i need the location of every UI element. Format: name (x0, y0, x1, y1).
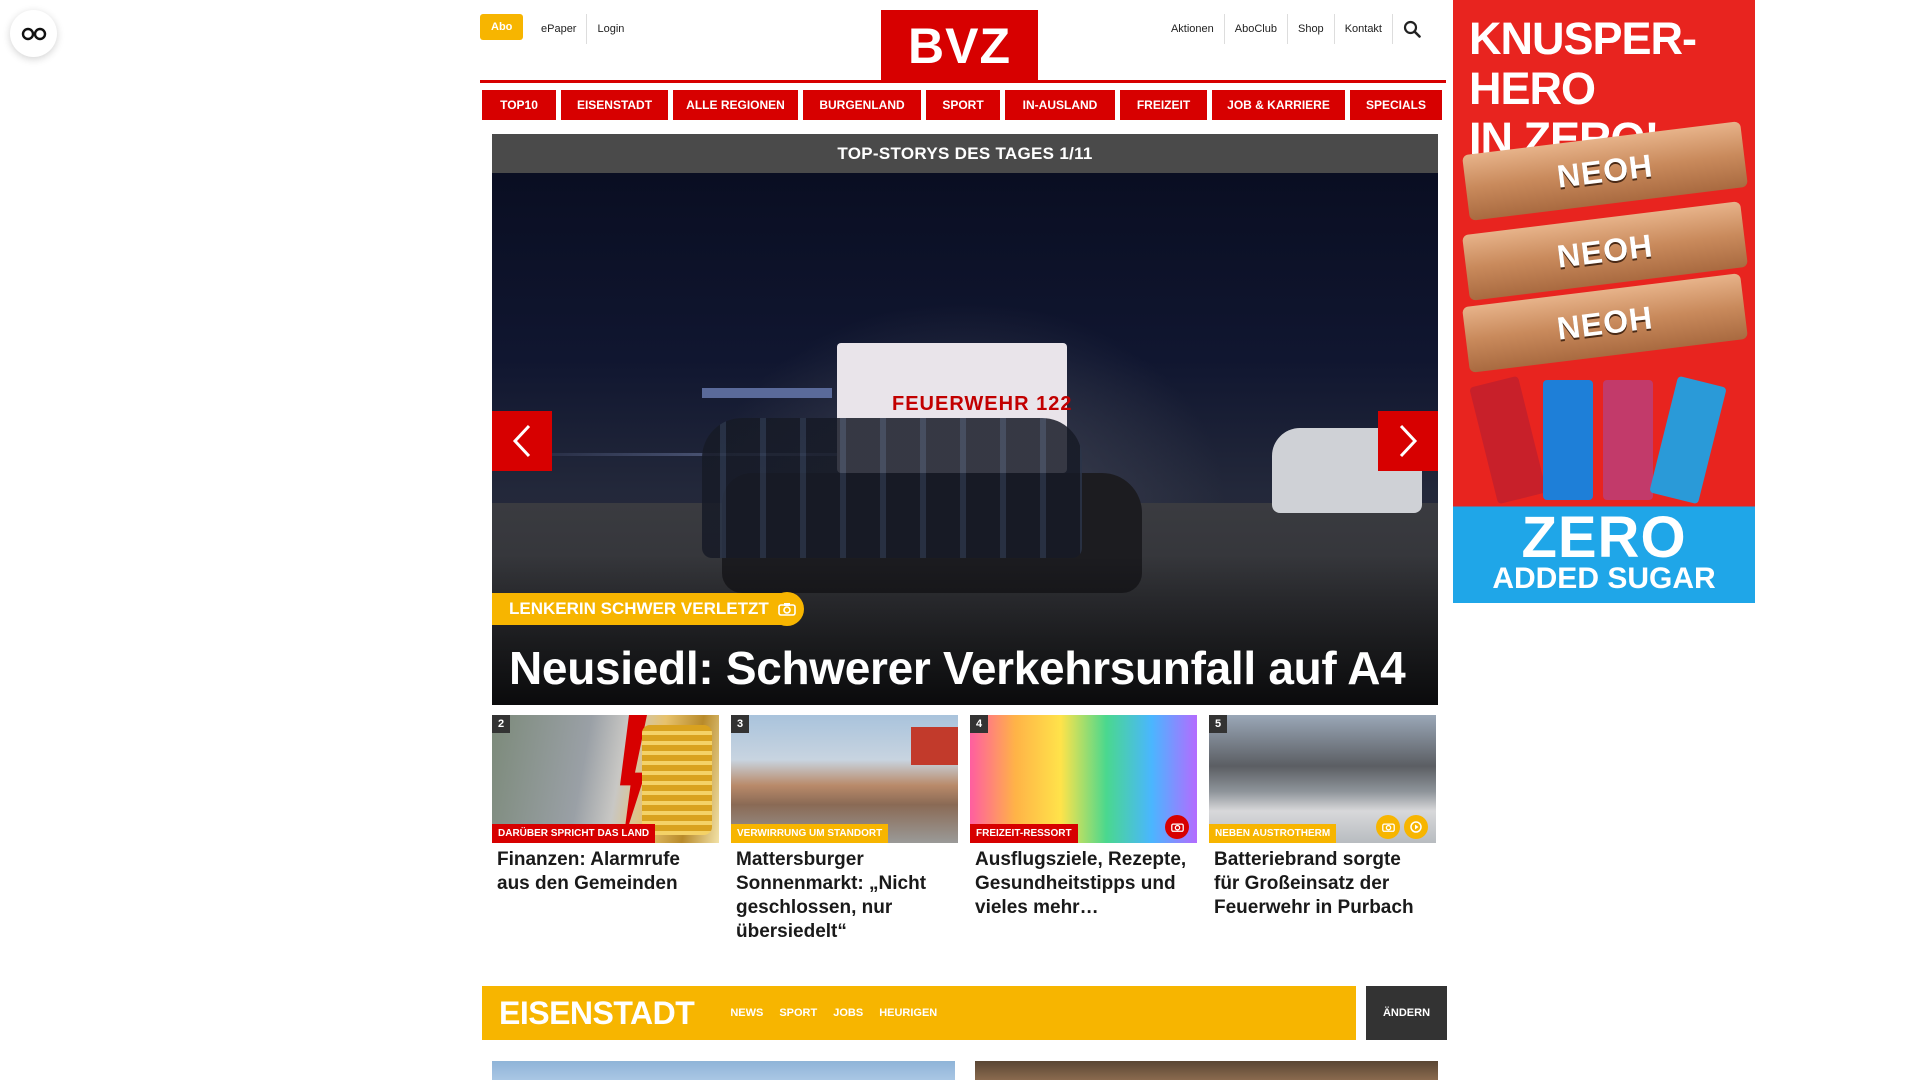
article-card-image[interactable] (492, 1061, 955, 1080)
top-story-kicker: LENKERIN SCHWER VERLETZT (492, 593, 781, 625)
nav-item-top10[interactable]: TOP10 (482, 90, 556, 120)
article-card-image[interactable] (975, 1061, 1438, 1080)
nav-item-in-ausland[interactable]: IN-AUSLAND (1005, 90, 1115, 120)
aktionen-link[interactable]: Aktionen (1161, 14, 1224, 44)
teaser-title[interactable]: Batteriebrand sorgte für Großeinsatz der… (1209, 848, 1436, 920)
teaser-kicker: FREIZEIT-RESSORT (970, 824, 1078, 843)
login-link[interactable]: Login (586, 14, 634, 44)
teaser-kicker: DARÜBER SPRICHT DAS LAND (492, 824, 656, 843)
teaser-row: 2 DARÜBER SPRICHT DAS LAND Finanzen: Ala… (492, 715, 1438, 944)
teaser-rank: 2 (492, 715, 510, 733)
teaser-card[interactable]: 4 FREIZEIT-RESSORT Ausflugsziele, Rezept… (970, 715, 1197, 944)
accessibility-button[interactable] (10, 10, 57, 57)
slider-prev-button[interactable] (492, 411, 552, 471)
header-divider (480, 80, 1446, 83)
gallery-badge (770, 592, 804, 626)
ad-product-pack (1469, 375, 1547, 505)
region-link-jobs[interactable]: JOBS (833, 1007, 863, 1019)
teaser-title[interactable]: Mattersburger Sonnenmarkt: „Nicht geschl… (731, 848, 958, 944)
aboclub-link[interactable]: AboClub (1223, 14, 1287, 44)
ad-product-pack (1543, 380, 1593, 500)
top-story-image[interactable]: FEUERWEHR 122 LENKERIN SCHWER VERLETZT N… (492, 173, 1438, 705)
teaser-card[interactable]: 5 NEBEN AUSTROTHERM Batteriebrand sorgte… (1209, 715, 1436, 944)
site-logo[interactable]: BVZ (881, 10, 1038, 82)
scene-firefighters (702, 418, 1082, 558)
gallery-badge (1165, 815, 1189, 839)
ad-sugar-text: ADDED SUGAR (1492, 562, 1716, 595)
ad-product-pack (1649, 375, 1727, 505)
nav-item-alle-regionen[interactable]: ALLE REGIONEN (673, 90, 798, 120)
nav-item-burgenland[interactable]: BURGENLAND (803, 90, 921, 120)
region-bar: EISENSTADT NEWS SPORT JOBS HEURIGEN (482, 986, 1356, 1040)
chevron-left-icon (512, 424, 531, 458)
main-nav: TOP10 EISENSTADT ALLE REGIONEN BURGENLAN… (482, 90, 1442, 120)
teaser-rank: 4 (970, 715, 988, 733)
region-links: NEWS SPORT JOBS HEURIGEN (730, 1007, 937, 1019)
advertisement-banner[interactable]: KNUSPER-HERO IN ZERO! NEOH NEOH NEOH ZER… (1453, 0, 1755, 603)
site-header: Abo ePaper Login BVZ Aktionen AboClub Sh… (480, 8, 1440, 82)
gallery-badge (1376, 815, 1400, 839)
teaser-kicker: VERWIRRUNG UM STANDORT (731, 824, 889, 843)
teaser-image[interactable]: 2 DARÜBER SPRICHT DAS LAND (492, 715, 719, 843)
camera-icon (1381, 823, 1395, 832)
epaper-link[interactable]: ePaper (531, 14, 586, 44)
teaser-kicker: NEBEN AUSTROTHERM (1209, 824, 1337, 843)
search-icon (1403, 20, 1421, 38)
region-link-heurigen[interactable]: HEURIGEN (879, 1007, 937, 1019)
chevron-right-icon (1399, 424, 1418, 458)
fire-truck-label: FEUERWEHR 122 (892, 393, 1073, 415)
accessibility-glasses-icon (21, 27, 46, 40)
kontakt-link[interactable]: Kontakt (1333, 14, 1392, 44)
scene-bridge (702, 388, 832, 398)
meta-nav-left: ePaper Login (531, 14, 634, 44)
teaser-image[interactable]: 4 FREIZEIT-RESSORT (970, 715, 1197, 843)
ad-headline-line: KNUSPER-HERO (1469, 13, 1697, 114)
video-icon (1410, 821, 1422, 833)
top-story-title[interactable]: Neusiedl: Schwerer Verkehrsunfall auf A4 (509, 641, 1406, 695)
coins-graphic (642, 725, 712, 835)
top-stories-slider: TOP-STORYS DES TAGES 1/11 FEUERWEHR 122 … (492, 134, 1438, 705)
teaser-card[interactable]: 2 DARÜBER SPRICHT DAS LAND Finanzen: Ala… (492, 715, 719, 944)
abo-button[interactable]: Abo (480, 14, 524, 40)
teaser-image[interactable]: 5 NEBEN AUSTROTHERM (1209, 715, 1436, 843)
top-stories-header: TOP-STORYS DES TAGES 1/11 (492, 134, 1438, 173)
camera-icon (1170, 823, 1184, 832)
store-sign-graphic (911, 727, 958, 765)
region-link-news[interactable]: NEWS (730, 1007, 763, 1019)
teaser-rank: 3 (731, 715, 749, 733)
video-badge (1404, 815, 1428, 839)
shop-link[interactable]: Shop (1286, 14, 1334, 44)
nav-item-freizeit[interactable]: FREIZEIT (1120, 90, 1207, 120)
ad-brand: NEOH (1554, 226, 1655, 275)
teaser-title[interactable]: Finanzen: Alarmrufe aus den Gemeinden (492, 848, 719, 896)
slider-next-button[interactable] (1378, 411, 1438, 471)
teaser-rank: 5 (1209, 715, 1227, 733)
search-button[interactable] (1392, 14, 1430, 44)
meta-nav-right: Aktionen AboClub Shop Kontakt (1161, 14, 1430, 44)
ad-zero-text: ZERO (1521, 505, 1687, 570)
region-link-sport[interactable]: SPORT (779, 1007, 817, 1019)
nav-item-eisenstadt[interactable]: EISENSTADT (561, 90, 668, 120)
teaser-title[interactable]: Ausflugsziele, Rezepte, Gesundheitstipps… (970, 848, 1197, 920)
nav-item-sport[interactable]: SPORT (926, 90, 1000, 120)
region-change-button[interactable]: ÄNDERN (1366, 986, 1447, 1040)
region-title[interactable]: EISENSTADT (499, 995, 695, 1032)
ad-brand: NEOH (1554, 146, 1655, 195)
teaser-image[interactable]: 3 VERWIRRUNG UM STANDORT (731, 715, 958, 843)
ad-brand: NEOH (1554, 298, 1655, 347)
ad-product-pack (1603, 380, 1653, 500)
nav-item-specials[interactable]: SPECIALS (1350, 90, 1442, 120)
teaser-card[interactable]: 3 VERWIRRUNG UM STANDORT Mattersburger S… (731, 715, 958, 944)
camera-icon (778, 603, 796, 616)
nav-item-job-karriere[interactable]: JOB & KARRIERE (1212, 90, 1345, 120)
